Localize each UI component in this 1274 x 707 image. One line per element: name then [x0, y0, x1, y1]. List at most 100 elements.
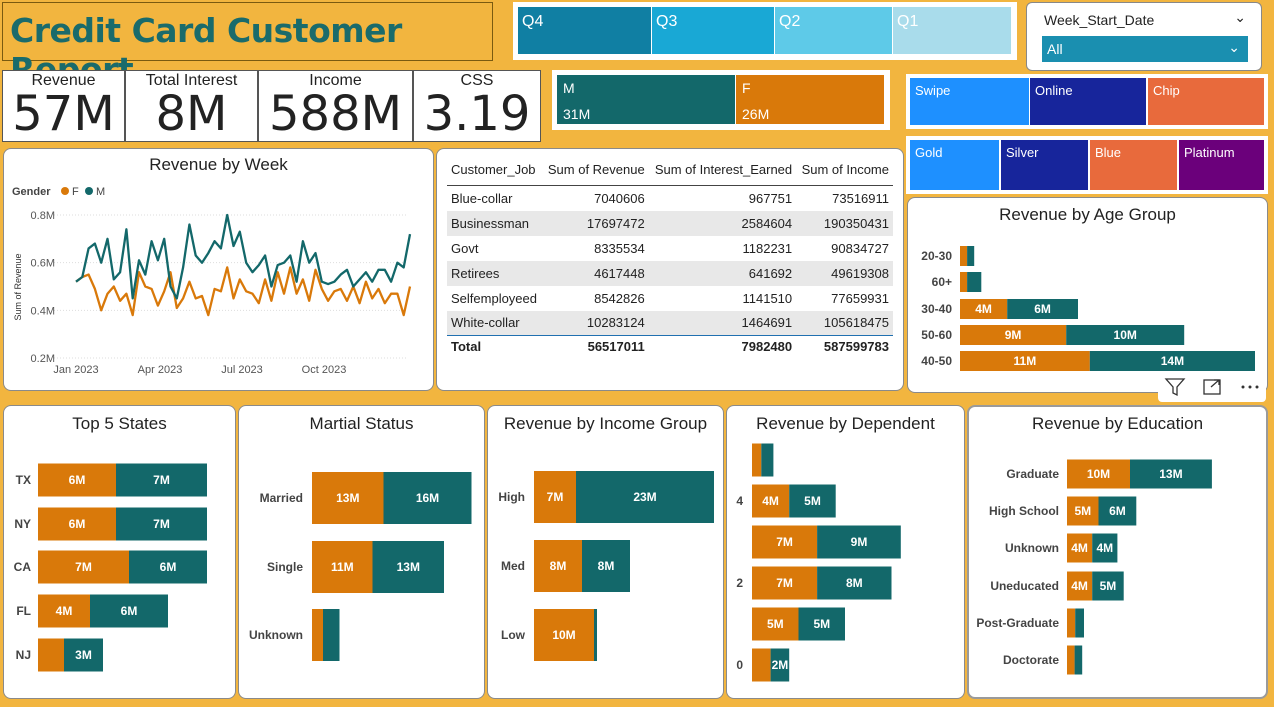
bar-f: [1067, 608, 1076, 638]
data-label-f: 7M: [776, 576, 793, 590]
more-options-icon[interactable]: [1241, 385, 1259, 389]
x-tick-label: Oct 2023: [302, 364, 347, 376]
category-label: FL: [16, 604, 31, 618]
data-label-f: 10M: [552, 628, 575, 642]
revenue-by-dependent-chart[interactable]: Revenue by Dependent 4 4M 5M 7M 9M 2 7M 8M 5M 5M 0…: [726, 405, 965, 699]
data-label-f: 5M: [767, 617, 784, 631]
bar-f: [752, 443, 762, 477]
revenue-by-income-group-chart[interactable]: Revenue by Income Group High 7M 23M Med 8M 8M…: [487, 405, 724, 699]
data-label-f: 6M: [69, 517, 86, 531]
table-row[interactable]: Retirees 4617448 641692 49619308: [447, 260, 893, 286]
gender-f-button[interactable]: F 26M: [736, 75, 884, 124]
age-bar-svg: 20-30 60+ 30-40 4M 6M 50-60 9M 10M 40-50 11M 14M: [921, 246, 1255, 371]
data-label-m: 4M: [1096, 541, 1113, 555]
category-label: TX: [16, 473, 31, 487]
card-use-online-button[interactable]: Online: [1030, 78, 1146, 125]
data-label-m: 13M: [1159, 467, 1182, 481]
category-label: Unknown: [249, 628, 303, 642]
series-line-f: [75, 266, 412, 317]
legend-m-label: M: [96, 186, 105, 198]
bar-f: [960, 272, 968, 292]
legend-f-dot: [61, 187, 69, 195]
table-row[interactable]: Blue-collar 7040606 967751 73516911: [447, 186, 893, 211]
week-start-date-dropdown[interactable]: All ⌄: [1042, 36, 1248, 62]
column-header[interactable]: Sum of Income: [796, 159, 893, 186]
data-label-m: 9M: [851, 535, 868, 549]
chevron-down-icon: ⌄: [1228, 39, 1240, 55]
category-label: 30-40: [921, 302, 952, 316]
data-label-m: 5M: [804, 494, 821, 508]
job-table: Customer_Job Sum of Revenue Sum of Inter…: [447, 159, 893, 358]
table-header-row: Customer_Job Sum of Revenue Sum of Inter…: [447, 159, 893, 186]
table-row[interactable]: Govt 8335534 1182231 90834727: [447, 236, 893, 261]
category-label: High School: [989, 504, 1059, 518]
category-label: 20-30: [921, 249, 952, 263]
card-use-slicer: Swipe Online Chip: [906, 74, 1268, 129]
card-category-silver-button[interactable]: Silver: [1001, 140, 1088, 190]
card-category-blue-button[interactable]: Blue: [1090, 140, 1177, 190]
quarter-slicer: Q4 Q3 Q2 Q1: [513, 2, 1017, 60]
card-use-chip-button[interactable]: Chip: [1148, 78, 1264, 125]
category-label: Low: [501, 628, 526, 642]
toolbar-icons: [1164, 378, 1259, 397]
revenue-by-age-group-chart[interactable]: Revenue by Age Group 20-30 60+ 30-40 4M 6M 50…: [907, 197, 1268, 393]
column-header[interactable]: Sum of Interest_Earned: [648, 159, 797, 186]
category-label: NJ: [16, 648, 31, 662]
category-label: 2: [736, 576, 743, 590]
x-tick-label: Jan 2023: [53, 364, 98, 376]
category-label: Graduate: [1006, 467, 1059, 481]
line-chart-svg: Gender F M 0.8M 0.6M 0.4M 0.2M Sum of Revenue Ja…: [12, 186, 412, 376]
data-label-f: 11M: [331, 560, 354, 574]
category-label: High: [498, 490, 525, 504]
legend-f-label: F: [72, 186, 79, 198]
bar-m: [1074, 645, 1083, 675]
data-label-m: 13M: [397, 560, 420, 574]
revenue-by-education-chart[interactable]: Revenue by Education Graduate 10M 13M High …: [967, 405, 1268, 699]
data-label-f: 8M: [550, 559, 567, 573]
column-header[interactable]: Sum of Revenue: [542, 159, 649, 186]
chevron-down-icon[interactable]: ⌄: [1234, 9, 1246, 26]
data-label-m: 14M: [1161, 354, 1184, 368]
top-5-states-chart[interactable]: Top 5 States TX 6M 7M NY 6M 7M CA 7M 6M FL 4M 6M NJ 3…: [3, 405, 236, 699]
filter-icon[interactable]: [1164, 378, 1186, 397]
data-label-f: 4M: [762, 494, 779, 508]
y-tick-label: 0.6M: [31, 258, 55, 270]
column-header[interactable]: Customer_Job: [447, 159, 543, 186]
kpi-css: CSS 3.19: [413, 70, 541, 142]
data-label-m: 5M: [1100, 579, 1117, 593]
data-label-m: 8M: [846, 576, 863, 590]
data-label-m: 6M: [1109, 504, 1126, 518]
kpi-revenue: Revenue 57M: [2, 70, 125, 142]
marital-status-chart[interactable]: Martial Status Married 13M 16M Single 11M 13M…: [238, 405, 485, 699]
data-label-f: 6M: [69, 473, 86, 487]
customer-job-table[interactable]: Customer_Job Sum of Revenue Sum of Inter…: [436, 148, 904, 391]
data-label-f: 4M: [975, 302, 992, 316]
data-label-m: 23M: [633, 490, 656, 504]
y-tick-label: 0.8M: [31, 210, 55, 222]
x-tick-label: Jul 2023: [221, 364, 263, 376]
quarter-q1-button[interactable]: Q1: [893, 7, 1011, 54]
bar-m: [761, 443, 774, 477]
quarter-q4-button[interactable]: Q4: [518, 7, 651, 54]
data-label-f: 13M: [336, 491, 359, 505]
y-axis-label: Sum of Revenue: [13, 253, 23, 320]
card-category-gold-button[interactable]: Gold: [910, 140, 999, 190]
data-label-f: 11M: [1014, 354, 1037, 368]
quarter-q2-button[interactable]: Q2: [775, 7, 892, 54]
table-row[interactable]: Selfemployeed 8542826 1141510 77659931: [447, 286, 893, 311]
category-label: Single: [267, 560, 303, 574]
focus-mode-icon[interactable]: [1203, 379, 1221, 395]
card-category-platinum-button[interactable]: Platinum: [1179, 140, 1264, 190]
kpi-total-interest: Total Interest 8M: [125, 70, 258, 142]
category-label: 40-50: [921, 354, 952, 368]
quarter-q3-button[interactable]: Q3: [652, 7, 774, 54]
data-label-m: 10M: [1114, 328, 1137, 342]
gender-m-button[interactable]: M 31M: [557, 75, 735, 124]
legend-title: Gender: [12, 186, 51, 198]
education-bar-svg: Graduate 10M 13M High School 5M 6M Unknown 4M 4M…: [976, 459, 1212, 675]
table-row[interactable]: White-collar 10283124 1464691 105618475: [447, 310, 893, 336]
table-row[interactable]: Businessman 17697472 2584604 190350431: [447, 210, 893, 236]
revenue-by-week-chart[interactable]: Revenue by Week Gender F M 0.8M 0.6M 0.4M 0.2M…: [3, 148, 434, 391]
bar-f: [1067, 645, 1075, 675]
card-use-swipe-button[interactable]: Swipe: [910, 78, 1029, 125]
